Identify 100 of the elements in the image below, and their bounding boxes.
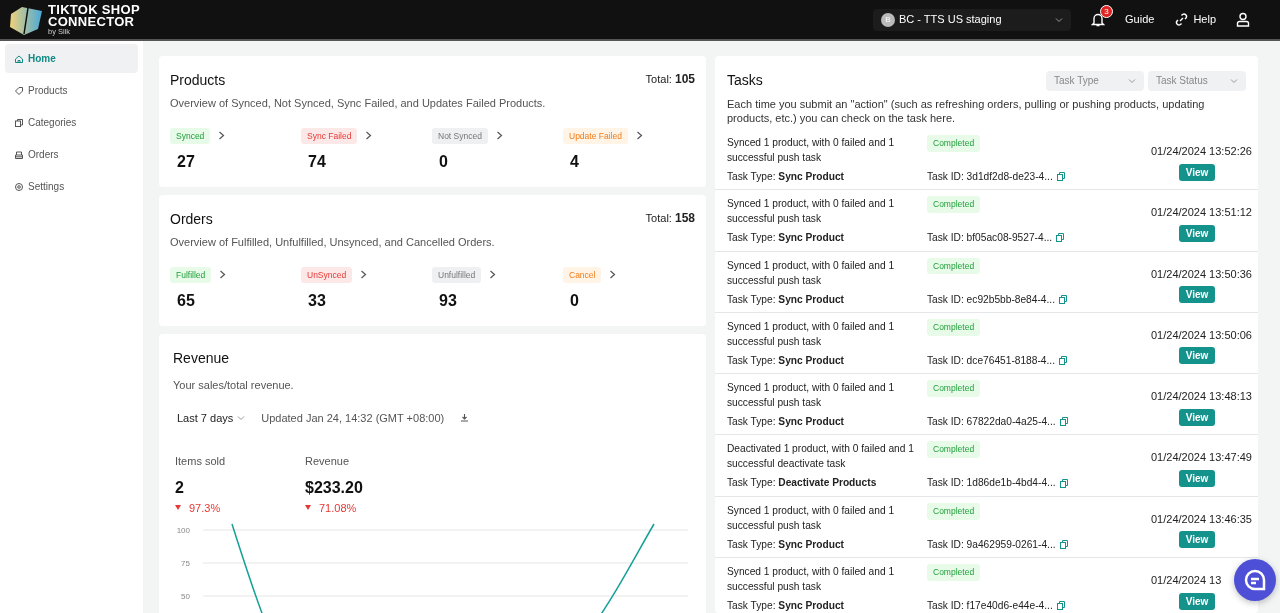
chevron-down-icon [1055, 15, 1063, 24]
change-percent: 97.3% [189, 500, 221, 516]
axis-label: 75 [181, 559, 190, 568]
chevron-right-icon[interactable] [360, 270, 368, 280]
copy-icon[interactable] [1056, 233, 1065, 243]
copy-icon[interactable] [1059, 539, 1068, 549]
view-button[interactable]: View [1179, 592, 1215, 610]
stat-value: 0 [439, 152, 449, 173]
chevron-right-icon[interactable] [489, 270, 497, 280]
store-select[interactable]: B BC - TTS US staging [873, 8, 1071, 31]
chevron-right-icon[interactable] [218, 131, 226, 141]
logo-text: CONNECTOR [48, 15, 135, 28]
task-summary: Synced 1 product, with 0 failed and 1 successful push task [727, 197, 896, 227]
status-tag: Completed [927, 564, 981, 581]
view-button[interactable]: View [1179, 224, 1215, 242]
status-tag: Synced [170, 127, 211, 145]
status-tag: Completed [927, 380, 981, 397]
task-time: 01/24/2024 13 [1151, 573, 1222, 589]
status-tag: Unfulfilled [432, 266, 482, 284]
download-icon[interactable] [460, 413, 470, 423]
metric-value: $233.20 [305, 477, 364, 498]
view-button[interactable]: View [1179, 408, 1215, 426]
status-tag: Not Synced [432, 127, 488, 145]
card-description: Your sales/total revenue. [173, 378, 295, 393]
logo-text: TIKTOK SHOP [48, 3, 140, 16]
task-time: 01/24/2024 13:50:06 [1151, 327, 1252, 343]
stat-value: 4 [570, 152, 580, 173]
task-summary: Synced 1 product, with 0 failed and 1 successful push task [727, 136, 896, 165]
view-button[interactable]: View [1179, 163, 1215, 181]
copy-icon[interactable] [1056, 601, 1065, 611]
task-summary: Synced 1 product, with 0 failed and 1 successful push task [727, 503, 896, 533]
chevron-right-icon[interactable] [365, 131, 373, 141]
status-tag: Cancel [563, 266, 602, 284]
status-tag: Completed [927, 441, 981, 459]
user-icon[interactable] [1236, 12, 1250, 27]
task-id: Task ID: f17e40d6-e44e-4... [927, 599, 1053, 613]
card-description: Overview of Synced, Not Synced, Sync Failed, and Updates Failed Products. [170, 96, 547, 111]
task-summary: Synced 1 product, with 0 failed and 1 successful push task [727, 565, 896, 595]
chevron-down-icon [237, 413, 246, 422]
copy-icon[interactable] [1059, 356, 1067, 366]
notification-count: 3 [1100, 5, 1113, 18]
chevron-down-icon [1230, 76, 1238, 85]
chevron-right-icon[interactable] [219, 270, 227, 280]
task-time: 01/24/2024 13:51:12 [1151, 205, 1252, 221]
status-tag: Completed [927, 196, 981, 214]
sidebar-item[interactable]: Settings [5, 172, 138, 201]
help-link[interactable]: Help [1174, 11, 1216, 28]
total-count: Total: 158 [645, 210, 695, 227]
sidebar-item[interactable]: Categories [5, 108, 138, 137]
box-icon [14, 149, 24, 160]
status-tag: Sync Failed [301, 127, 358, 145]
change-percent: 71.08% [319, 500, 357, 516]
view-button[interactable]: View [1179, 286, 1215, 304]
view-button[interactable]: View [1179, 347, 1215, 365]
link-icon [1174, 12, 1190, 27]
total-count: Total: 105 [645, 71, 695, 88]
task-id: Task ID: dce76451-8188-4... [927, 353, 1055, 368]
status-tag: Fulfilled [170, 266, 212, 284]
sidebar-item[interactable]: Orders [5, 140, 138, 169]
status-tag: Completed [927, 257, 981, 275]
task-summary: Synced 1 product, with 0 failed and 1 successful push task [727, 258, 896, 288]
task-id: Task ID: 67822da0-4a25-4... [927, 415, 1056, 430]
card-title: Orders [170, 210, 213, 229]
task-id: Task ID: 1d86de1b-4bd4-4... [927, 476, 1056, 491]
period-dropdown[interactable]: Last 7 days [177, 409, 246, 426]
status-tag: Completed [927, 502, 981, 520]
sidebar-item[interactable]: Products [5, 76, 138, 105]
stat-value: 93 [439, 291, 458, 312]
filter-select[interactable]: Task Status [1148, 70, 1246, 91]
tag-icon [14, 85, 24, 96]
view-button[interactable]: View [1179, 470, 1215, 487]
axis-label: 100 [176, 526, 190, 535]
copy-icon[interactable] [1059, 417, 1068, 427]
metric-value: 2 [175, 477, 185, 498]
task-time: 01/24/2024 13:48:13 [1151, 389, 1252, 405]
axis-label: 50 [181, 592, 190, 601]
status-tag: Completed [927, 318, 981, 336]
task-id: Task ID: 3d1df2d8-de23-4... [927, 170, 1053, 184]
chevron-right-icon[interactable] [495, 131, 503, 141]
copy-icon[interactable] [1059, 294, 1067, 304]
filter-select[interactable]: Task Type [1046, 70, 1144, 91]
copy-icon[interactable] [1056, 172, 1065, 182]
updated-text: Updated Jan 24, 14:32 (GMT +08:00) [261, 410, 445, 426]
bell-icon[interactable] [1091, 12, 1105, 27]
guide-link[interactable]: Guide [1125, 11, 1155, 28]
chat-icon [1243, 568, 1267, 592]
task-time: 01/24/2024 13:50:36 [1151, 266, 1252, 282]
task-summary: Deactivated 1 product, with 0 failed and 1 successful deactivate task [727, 442, 915, 472]
task-time: 01/24/2024 13:47:49 [1151, 450, 1252, 466]
chevron-right-icon[interactable] [609, 270, 617, 280]
task-time: 01/24/2024 13:46:35 [1151, 511, 1252, 527]
task-id: Task ID: bf05ac08-9527-4... [927, 231, 1053, 246]
sidebar-item[interactable]: Home [5, 44, 138, 73]
stat-value: 33 [308, 291, 327, 312]
chevron-right-icon[interactable] [635, 131, 643, 141]
copy-icon[interactable] [1059, 478, 1068, 488]
task-time: 01/24/2024 13:52:26 [1151, 144, 1252, 159]
card-title: Tasks [727, 71, 763, 90]
view-button[interactable]: View [1179, 531, 1215, 549]
chat-button[interactable] [1234, 559, 1276, 601]
